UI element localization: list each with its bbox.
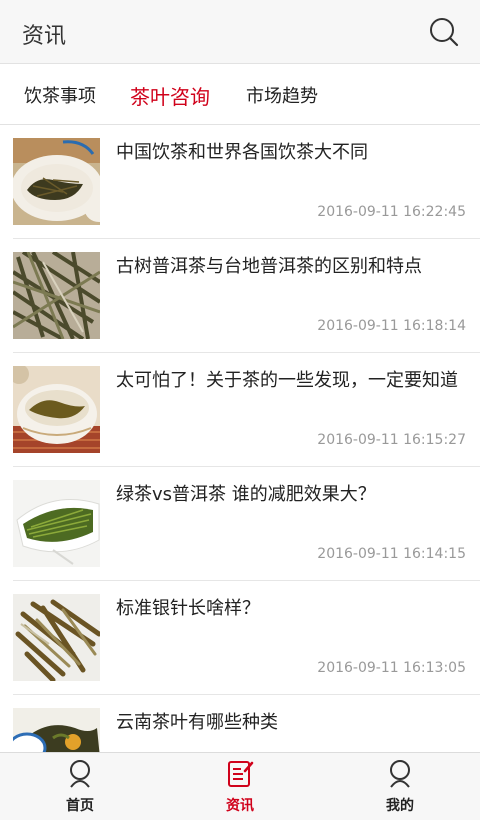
person-icon [70, 760, 90, 788]
article-title: 标准银针长啥样？ [116, 598, 260, 619]
article-item[interactable]: 太可怕了！关于茶的一些发现，一定要知道 2016-09-11 16:15:27 [0, 353, 480, 467]
article-title: 古树普洱茶与台地普洱茶的区别和特点 [116, 256, 422, 277]
page-title: 资讯 [22, 24, 67, 49]
article-time: 2016-09-11 16:22:45 [317, 204, 466, 220]
search-icon[interactable] [428, 16, 460, 48]
article-item[interactable]: 绿茶vs普洱茶 谁的减肥效果大？ 2016-09-11 16:14:15 [0, 467, 480, 581]
article-title: 太可怕了！关于茶的一些发现，一定要知道 [116, 370, 458, 391]
nav-mine[interactable]: 我的 [340, 753, 460, 821]
nav-home-label: 首页 [66, 798, 94, 814]
article-thumbnail [13, 138, 100, 225]
category-tabs: 饮茶事项 茶叶咨询 市场趋势 [0, 64, 480, 125]
article-item[interactable]: 云南茶叶有哪些种类 [0, 695, 480, 752]
tab-tea-tips[interactable]: 饮茶事项 [24, 82, 96, 108]
tab-market-trends[interactable]: 市场趋势 [246, 82, 318, 108]
article-item[interactable]: 古树普洱茶与台地普洱茶的区别和特点 2016-09-11 16:18:14 [0, 239, 480, 353]
nav-mine-label: 我的 [386, 798, 414, 814]
news-icon [228, 761, 254, 787]
article-list: 中国饮茶和世界各国饮茶大不同 2016-09-11 16:22:45 古树普洱茶… [0, 125, 480, 752]
article-title: 云南茶叶有哪些种类 [116, 712, 278, 733]
article-title: 中国饮茶和世界各国饮茶大不同 [116, 142, 368, 163]
nav-news-label: 资讯 [226, 798, 254, 814]
article-time: 2016-09-11 16:14:15 [317, 546, 466, 562]
article-thumbnail [13, 708, 100, 752]
article-thumbnail [13, 366, 100, 453]
person-icon [390, 760, 410, 788]
tab-tea-news[interactable]: 茶叶咨询 [130, 81, 210, 110]
article-item[interactable]: 标准银针长啥样？ 2016-09-11 16:13:05 [0, 581, 480, 695]
article-time: 2016-09-11 16:18:14 [317, 318, 466, 334]
article-thumbnail [13, 480, 100, 567]
article-thumbnail [13, 252, 100, 339]
article-time: 2016-09-11 16:13:05 [317, 660, 466, 676]
article-time: 2016-09-11 16:15:27 [317, 432, 466, 448]
article-thumbnail [13, 594, 100, 681]
article-item[interactable]: 中国饮茶和世界各国饮茶大不同 2016-09-11 16:22:45 [0, 125, 480, 239]
nav-news[interactable]: 资讯 [180, 753, 300, 821]
article-title: 绿茶vs普洱茶 谁的减肥效果大？ [116, 484, 376, 505]
bottom-nav: 首页 资讯 我的 [0, 752, 480, 820]
nav-home[interactable]: 首页 [20, 753, 140, 821]
top-bar: 资讯 [0, 0, 480, 64]
